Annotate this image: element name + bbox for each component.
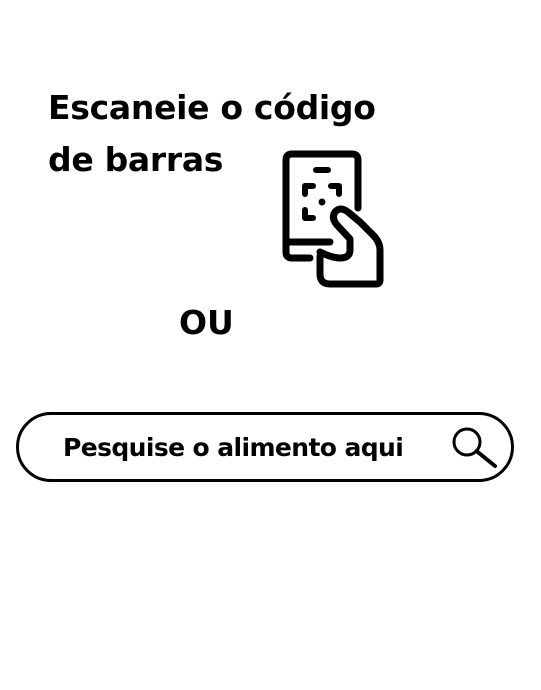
or-separator-label: OU [179,303,234,342]
scan-title-line-1: Escaneie o código [48,88,376,127]
search-input[interactable] [63,429,403,465]
search-bar[interactable] [16,412,514,482]
search-icon[interactable] [449,425,501,471]
barcode-scan-phone-icon[interactable] [276,146,388,292]
